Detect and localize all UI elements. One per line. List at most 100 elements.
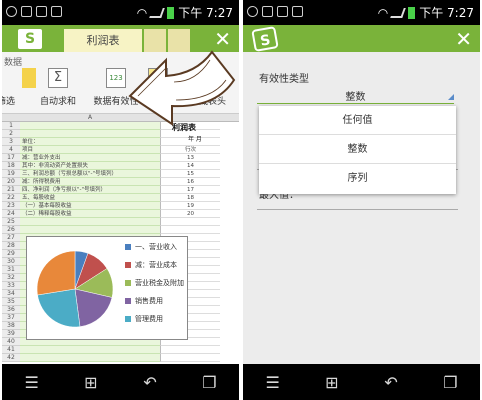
row-number[interactable]: 3	[2, 138, 20, 146]
transition-arrow-icon	[128, 50, 236, 126]
row-number[interactable]: 23	[2, 202, 20, 210]
legend-item: 一、营业收入	[125, 243, 187, 252]
right-screen: ◠ 下午 7:27 S ✕ 有效性类型 整数 最大值： 任何值 整数 序列 ☰ …	[243, 0, 480, 400]
row-number[interactable]: 22	[2, 194, 20, 202]
row-number[interactable]: 30	[2, 258, 20, 266]
wifi-icon: ◠	[377, 5, 389, 20]
row-number[interactable]: 27	[2, 234, 20, 242]
back-icon[interactable]: ↶	[376, 373, 406, 392]
row-number[interactable]: 37	[2, 314, 20, 322]
nav-bar: ☰ ⊞ ↶ ❐	[243, 364, 480, 400]
row-number[interactable]: 42	[2, 354, 20, 362]
cell-a[interactable]: 减：营业外支出	[20, 154, 160, 162]
menu-icon[interactable]: ☰	[17, 373, 47, 392]
column-a-header[interactable]: A	[88, 114, 92, 121]
cell-b[interactable]: 行次	[160, 146, 220, 154]
cell-b[interactable]: 15	[160, 170, 220, 178]
cell-b[interactable]	[160, 346, 220, 354]
sum-icon: Σ	[48, 68, 68, 88]
pie-chart[interactable]: 一、营业收入 减：营业成本 营业税金及附加 销售费用 管理费用	[26, 236, 188, 340]
row-number[interactable]: 20	[2, 178, 20, 186]
cell-a[interactable]: 四、净利润（净亏损以"-"号填列）	[20, 186, 160, 194]
chart-legend: 一、营业收入 减：营业成本 营业税金及附加 销售费用 管理费用	[125, 243, 187, 333]
row-number[interactable]: 1	[2, 122, 20, 130]
cell-a[interactable]: （一）基本每股收益	[20, 202, 160, 210]
option-any-value[interactable]: 任何值	[259, 106, 456, 135]
s-logo-back-icon[interactable]: S	[251, 26, 279, 52]
row-number[interactable]: 26	[2, 226, 20, 234]
cell-a[interactable]	[20, 218, 160, 226]
row-number[interactable]: 21	[2, 186, 20, 194]
row-number[interactable]: 39	[2, 330, 20, 338]
recent-apps-icon[interactable]: ❐	[435, 373, 465, 392]
row-number[interactable]: 38	[2, 322, 20, 330]
row-number[interactable]: 25	[2, 218, 20, 226]
cell-b[interactable]: 16	[160, 178, 220, 186]
notification-icon	[247, 6, 258, 17]
menu-icon[interactable]: ☰	[258, 373, 288, 392]
row-number[interactable]: 28	[2, 242, 20, 250]
row-number[interactable]: 18	[2, 162, 20, 170]
cell-b[interactable]: 20	[160, 210, 220, 218]
row-number[interactable]: 32	[2, 274, 20, 282]
option-list[interactable]: 序列	[259, 164, 456, 193]
row-number[interactable]: 2	[2, 130, 20, 138]
cell-a[interactable]: 项目	[20, 146, 160, 154]
status-time: 下午 7:27	[178, 6, 233, 20]
row-number[interactable]: 35	[2, 298, 20, 306]
cell-a[interactable]	[20, 354, 160, 362]
dropdown-triangle-icon	[448, 94, 454, 100]
back-icon[interactable]: ↶	[135, 373, 165, 392]
cell-b[interactable]	[160, 218, 220, 226]
row-number[interactable]: 31	[2, 266, 20, 274]
option-integer[interactable]: 整数	[259, 135, 456, 164]
pie-slice-other	[36, 250, 76, 296]
row-number[interactable]: 36	[2, 306, 20, 314]
cell-a[interactable]: （二）稀释每股收益	[20, 210, 160, 218]
left-screen: ◠ 下午 7:27 S 利润表 ✕ 数据 筛选 Σ 自动求和 123 数据有效性…	[2, 0, 239, 400]
s-logo-icon[interactable]: S	[18, 29, 42, 49]
row-number[interactable]: 33	[2, 282, 20, 290]
cell-b[interactable]: 19	[160, 202, 220, 210]
cell-b[interactable]: 13	[160, 154, 220, 162]
row-number[interactable]: 34	[2, 290, 20, 298]
cell-b[interactable]: 18	[160, 194, 220, 202]
home-grid-icon[interactable]: ⊞	[317, 373, 347, 392]
cell-b[interactable]: 17	[160, 186, 220, 194]
status-time: 下午 7:27	[419, 6, 474, 20]
status-bar: ◠ 下午 7:27	[2, 0, 239, 25]
close-icon[interactable]: ✕	[455, 27, 472, 51]
validation-type-dropdown: 任何值 整数 序列	[259, 106, 456, 194]
row-number[interactable]: 17	[2, 154, 20, 162]
max-value-input[interactable]	[257, 200, 458, 210]
row-number[interactable]: 4	[2, 146, 20, 154]
spreadsheet-grid[interactable]: A 1 2 3 单位： 4 项目 行次 17 减：营业外支出 13 18 其中：非流动资产处置损失 14…	[2, 114, 239, 364]
row-number[interactable]: 40	[2, 338, 20, 346]
app-header: S ✕	[243, 25, 480, 52]
row-number[interactable]: 24	[2, 210, 20, 218]
cell-a[interactable]: 单位：	[20, 138, 160, 146]
cell-a[interactable]: 减：所得税费用	[20, 178, 160, 186]
sheet-subtitle: 年 月	[188, 136, 202, 143]
cell-b[interactable]	[160, 354, 220, 362]
cell-a[interactable]	[20, 346, 160, 354]
recent-apps-icon[interactable]: ❐	[194, 373, 224, 392]
usb-icon	[36, 6, 47, 17]
cell-a[interactable]	[20, 226, 160, 234]
row-number[interactable]: 29	[2, 250, 20, 258]
cell-a[interactable]: 其中：非流动资产处置损失	[20, 162, 160, 170]
home-grid-icon[interactable]: ⊞	[76, 373, 106, 392]
cell-b[interactable]	[160, 226, 220, 234]
cell-a[interactable]: 三、利润总额（亏损总额以"-"号填列）	[20, 170, 160, 178]
ribbon-label: 数据	[4, 58, 23, 68]
battery-icon	[167, 6, 175, 19]
cell-b[interactable]: 14	[160, 162, 220, 170]
validation-type-select[interactable]: 整数	[257, 88, 454, 104]
row-number[interactable]: 41	[2, 346, 20, 354]
auto-sum-button[interactable]: Σ 自动求和	[28, 68, 88, 107]
data-validation-panel: 有效性类型 整数 最大值： 任何值 整数 序列	[243, 52, 480, 364]
cell-a[interactable]: 五、每股收益	[20, 194, 160, 202]
legend-item: 营业税金及附加	[125, 279, 187, 288]
row-number[interactable]: 19	[2, 170, 20, 178]
legend-item: 管理费用	[125, 315, 187, 324]
